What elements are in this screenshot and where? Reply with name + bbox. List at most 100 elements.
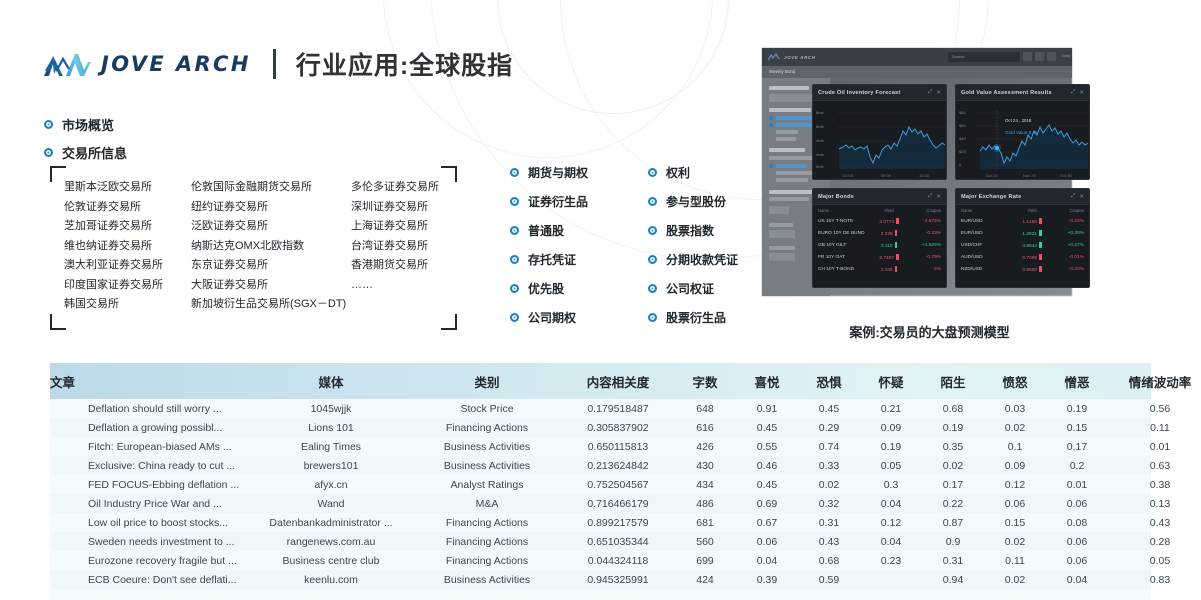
table-header: Name Yield Coupon [956,205,1089,215]
row-yield: 3.0774 [870,217,908,225]
table-body: US 10Y T-NOTE 3.0774 -2.873% EURO 10Y DE BU… [813,215,946,276]
sidebar-option[interactable] [776,171,812,175]
bullet-icon [510,255,519,264]
table-cell: 0.91 [756,402,778,415]
table-row: CH 10Y T-BOND 2.346 -2% [813,264,946,276]
table-cell: 0.45 [756,421,778,434]
table-row: Exclusive: China ready to cut ... brewers… [50,456,1170,475]
column-header: 恐惧 [816,375,842,390]
sidebar-option[interactable] [776,137,796,141]
gold-chart: $80 $60 $40 $20 0 Oct 24 , 2018 Gold Val… [956,101,1089,179]
table-row: EURO 10Y DE BUND 3.336 -0.23% [813,227,946,239]
table-body: Deflation should still worry ... 1045wjjk… [50,399,1170,589]
expand-icon[interactable]: ⤢ [1071,193,1075,200]
bullet-icon [648,284,657,293]
bullet-icon [510,226,519,235]
sidebar-option [769,197,809,201]
close-icon[interactable]: ✕ [936,90,941,96]
x-tick: Oct 24 [986,173,998,178]
section-exchange-info: 交易所信息 [44,143,127,162]
sidebar-option[interactable] [776,116,814,120]
instrument-label: 股票衍生品 [666,311,727,325]
x-tick: Oct 30 [1060,173,1072,178]
table-cell: 1045wjjk [310,402,352,415]
sidebar-option[interactable] [776,178,808,182]
table-cell: Lions 101 [308,421,354,434]
panel-header: Major Exchange Rate ⤢ ✕ [956,189,1089,205]
panel-title: Major Exchange Rate [961,193,1022,200]
sidebar-heading [769,190,813,194]
table-cell: Datenbankadministrator ... [269,516,393,529]
y-tick: 8mb [816,110,824,115]
table-cell: Analyst Ratings [450,478,524,491]
sidebar-button[interactable] [769,206,789,214]
sidebar-checkbox[interactable] [769,164,773,168]
bullet-icon [648,197,657,206]
table-cell: 0.17 [1066,440,1088,453]
search-placeholder: Search [952,54,965,59]
table-row: EUR/USD 1.1466 -0.24% [956,215,1089,227]
y-tick: 4mb [816,138,824,143]
sidebar-option[interactable] [776,164,806,168]
close-icon[interactable]: ✕ [1079,90,1084,96]
column-header: 陌生 [940,375,966,390]
instrument-label: 股票指数 [666,224,715,238]
table-cell: 0.19 [880,440,902,453]
close-icon[interactable]: ✕ [1079,194,1084,200]
table-cell: 0.09 [1004,459,1026,472]
table-cell: M&A [475,497,499,510]
row-coupon: +0.27% [1067,242,1084,248]
instrument-item: 证券衍生品 [510,193,588,210]
row-name: EUR/USD [961,218,983,224]
bullet-icon [44,120,53,129]
table-cell: Stock Price [460,402,514,415]
sidebar-select[interactable] [769,230,795,238]
table-cell: 699 [696,554,714,567]
expand-icon[interactable]: ⤢ [1071,89,1075,96]
bullet-icon [510,197,519,206]
expand-icon[interactable]: ⤢ [928,193,932,200]
x-tick: 09:00 [881,173,892,178]
exchange-item: 纳斯达克OMX北欧指数 [191,239,305,252]
bullet-icon [648,313,657,322]
row-yield: 0.7096 [1013,254,1051,261]
table-cell: 0.213624842 [587,459,649,472]
sidebar-checkbox[interactable] [769,123,773,127]
document-icon[interactable] [1035,52,1044,61]
sidebar-option[interactable] [776,123,816,127]
gear-icon[interactable] [1047,52,1056,61]
table-cell: 0.94 [942,573,964,586]
table-cell: 0.01 [1066,478,1088,491]
row-name: GB 10Y GILT [818,242,847,248]
search-icon[interactable] [1023,52,1032,61]
row-name: FR 10Y OAT [818,255,846,261]
table-row: USD/CHF 0.9944 +0.27% [956,239,1089,251]
exchange-item: 上海证券交易所 [351,220,428,232]
table-cell: 0.19 [942,421,964,434]
table-row: ECB Coeure: Don't see deflati... keenlu.c… [50,570,1170,589]
y-tick: $40 [959,136,966,141]
dashboard-search-input[interactable]: Search [948,52,1020,62]
instrument-label: 优先股 [528,282,565,296]
table-cell: 0.03 [1004,402,1026,415]
close-icon[interactable]: ✕ [936,194,941,200]
user-label[interactable]: Tony [1062,53,1070,58]
expand-icon[interactable]: ⤢ [928,89,932,96]
sidebar-option[interactable] [776,130,798,134]
sidebar-select[interactable] [769,253,795,261]
row-yield: 0.9944 [1013,241,1051,249]
arrow-up-icon [894,241,898,248]
panel-title: Crude Oil Inventory Forecast [818,89,901,96]
table-cell: 0.69 [756,497,778,510]
arrow-down-icon [894,229,898,236]
instrument-item: 优先股 [510,280,588,297]
panel-gold-value: Gold Value Assessment Results ⤢ ✕ $80 $6… [955,84,1090,180]
x-tick: 03:00 [843,173,854,178]
table-header: Name Yield Coupon [813,205,946,215]
y-tick: 0mb [816,164,824,169]
article-sentiment-table: 文章媒体类别内容相关度字数喜悦恐惧怀疑陌生愤怒憎恶情绪波动率评级 Deflati… [50,363,1191,600]
table-row: Eurozone recovery fragile but ... Busines… [50,551,1170,570]
sidebar-checkbox[interactable] [769,116,773,120]
instrument-label: 公司权证 [666,282,715,296]
sidebar-select[interactable] [769,94,815,102]
